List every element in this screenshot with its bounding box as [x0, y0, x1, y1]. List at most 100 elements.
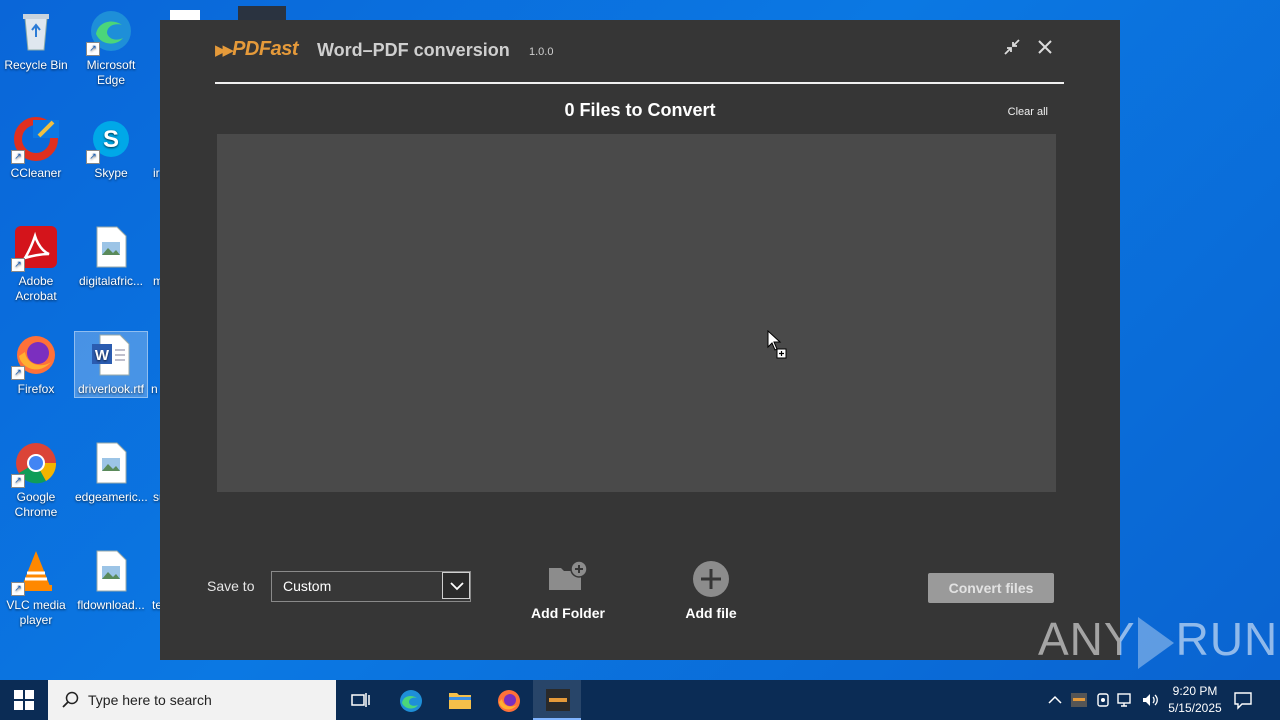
pdfast-logo: ▶▶ PDFast: [215, 38, 298, 61]
desktop-icon-ccleaner[interactable]: ↗ CCleaner: [0, 116, 72, 181]
desktop-icon-recycle-bin[interactable]: Recycle Bin: [0, 8, 72, 73]
clock-date: 5/15/2025: [1168, 701, 1222, 715]
desktop-icon-skype[interactable]: S ↗ Skype: [75, 116, 147, 181]
edge-icon: [400, 690, 422, 712]
desktop-icon-label: digitalafric...: [78, 274, 144, 288]
desktop-icon-google-chrome[interactable]: ↗ Google Chrome: [0, 440, 72, 520]
clock-time: 9:20 PM: [1172, 684, 1218, 698]
windows-logo-icon: [14, 690, 34, 710]
title-bar: ▶▶ PDFast Word–PDF conversion 1.0.0: [215, 38, 1064, 84]
system-tray: [1040, 680, 1160, 720]
desktop-icon-label: Firefox: [17, 382, 55, 396]
desktop-icon-adobe-acrobat[interactable]: ↗ Adobe Acrobat: [0, 224, 72, 304]
svg-text:S: S: [103, 126, 119, 153]
task-view-icon: [351, 693, 370, 707]
desktop-icon-label: CCleaner: [10, 166, 62, 180]
taskbar-file-explorer[interactable]: [435, 680, 483, 720]
desktop-icon-vlc-media-player[interactable]: ↗ VLC media player: [0, 548, 72, 628]
save-to-dropdown[interactable]: Custom: [271, 571, 471, 602]
watermark-right: RUN: [1175, 613, 1279, 665]
desktop-icon-label: fldownload...: [77, 598, 145, 612]
image-file-icon: [88, 224, 134, 270]
shortcut-arrow-icon: ↗: [86, 42, 100, 56]
edge-icon: ↗: [86, 8, 134, 56]
desktop-icon-label: Google Chrome: [14, 490, 58, 519]
save-to-label: Save to: [207, 578, 255, 594]
close-button[interactable]: [1034, 38, 1056, 60]
taskbar-clock[interactable]: 9:20 PM 5/15/2025: [1160, 683, 1230, 717]
network-icon[interactable]: [1117, 692, 1135, 708]
volume-icon[interactable]: [1141, 692, 1159, 708]
add-file-button[interactable]: Add file: [656, 560, 766, 621]
fast-forward-icon: ▶▶: [215, 42, 234, 59]
chevron-down-icon[interactable]: [442, 572, 470, 599]
desktop-icon-label: Skype: [94, 166, 128, 180]
desktop-icon-fldownload[interactable]: fldownload...: [75, 548, 147, 613]
acrobat-icon: ↗: [11, 224, 59, 272]
desktop-icon-label: edgeameric...: [75, 490, 148, 504]
add-file-label: Add file: [685, 605, 737, 621]
shortcut-arrow-icon: ↗: [11, 366, 25, 380]
task-view-button[interactable]: [336, 680, 384, 720]
desktop-icon-edgeameric[interactable]: edgeameric...: [75, 440, 148, 505]
ccleaner-icon: ↗: [11, 116, 59, 164]
hidden-icon-label: ir: [153, 166, 160, 180]
vlc-icon: ↗: [11, 548, 59, 596]
desktop-icon-label: Microsoft Edge: [86, 58, 136, 87]
add-folder-label: Add Folder: [531, 605, 605, 621]
search-placeholder: Type here to search: [88, 692, 212, 708]
desktop-icon-label: Adobe Acrobat: [15, 274, 57, 303]
folder-icon: [449, 693, 471, 709]
firefox-icon: ↗: [11, 332, 59, 380]
shortcut-arrow-icon: ↗: [11, 474, 25, 488]
taskbar: Type here to search 9:20 PM 5/15/2025: [0, 680, 1280, 720]
add-folder-icon: [549, 560, 588, 590]
pdfast-app-icon: [546, 689, 570, 711]
usb-icon[interactable]: [1096, 692, 1110, 708]
word-file-icon: W: [88, 332, 134, 378]
action-center-button[interactable]: [1232, 680, 1280, 720]
play-triangle-icon: [1137, 616, 1174, 669]
file-drop-zone[interactable]: [217, 134, 1056, 492]
start-button[interactable]: [0, 680, 48, 720]
taskbar-edge[interactable]: [386, 680, 434, 720]
logo-text: PDFast: [232, 38, 298, 60]
close-icon: [1038, 40, 1052, 54]
taskbar-firefox[interactable]: [484, 680, 532, 720]
desktop-icon-digitalafric[interactable]: digitalafric...: [75, 224, 147, 289]
anyrun-watermark: ANY RUN: [1038, 612, 1278, 669]
desktop-icon-microsoft-edge[interactable]: ↗ Microsoft Edge: [75, 8, 147, 88]
chevron-up-icon[interactable]: [1048, 695, 1062, 705]
app-title: Word–PDF conversion: [317, 40, 510, 60]
save-to-value: Custom: [283, 578, 332, 594]
watermark-left: ANY: [1038, 613, 1136, 665]
desktop-icon-label: Recycle Bin: [4, 58, 68, 72]
chrome-icon: ↗: [11, 440, 59, 488]
collapse-icon: [1004, 39, 1020, 55]
skype-icon: S ↗: [86, 116, 134, 164]
desktop-icon-driverlook-rtf[interactable]: W driverlook.rtf: [74, 331, 148, 398]
shortcut-arrow-icon: ↗: [11, 150, 25, 164]
desktop-icon-firefox[interactable]: ↗ Firefox: [0, 332, 72, 397]
minimize-collapse-button[interactable]: [1001, 38, 1023, 60]
convert-files-button[interactable]: Convert files: [928, 573, 1054, 603]
add-folder-button[interactable]: Add Folder: [513, 560, 623, 621]
tray-app-icon[interactable]: [1071, 693, 1087, 707]
recycle-bin-icon: [13, 8, 59, 54]
shortcut-arrow-icon: ↗: [11, 582, 25, 596]
shortcut-arrow-icon: ↗: [11, 258, 25, 272]
search-icon: [62, 691, 79, 708]
shortcut-arrow-icon: ↗: [86, 150, 100, 164]
clear-all-button[interactable]: Clear all: [1008, 106, 1048, 118]
firefox-icon: [498, 690, 520, 712]
app-version: 1.0.0: [529, 46, 554, 58]
desktop-icon-label: VLC media player: [6, 598, 66, 627]
notification-icon: [1234, 692, 1252, 710]
taskbar-search-box[interactable]: Type here to search: [48, 680, 336, 720]
drag-copy-cursor-icon: [767, 330, 787, 359]
taskbar-pdfast[interactable]: [533, 680, 581, 720]
svg-text:W: W: [95, 347, 110, 364]
hidden-icon-label: n: [151, 382, 158, 396]
pdfast-window: ▶▶ PDFast Word–PDF conversion 1.0.0 0 Fil…: [160, 20, 1120, 660]
image-file-icon: [88, 548, 134, 594]
